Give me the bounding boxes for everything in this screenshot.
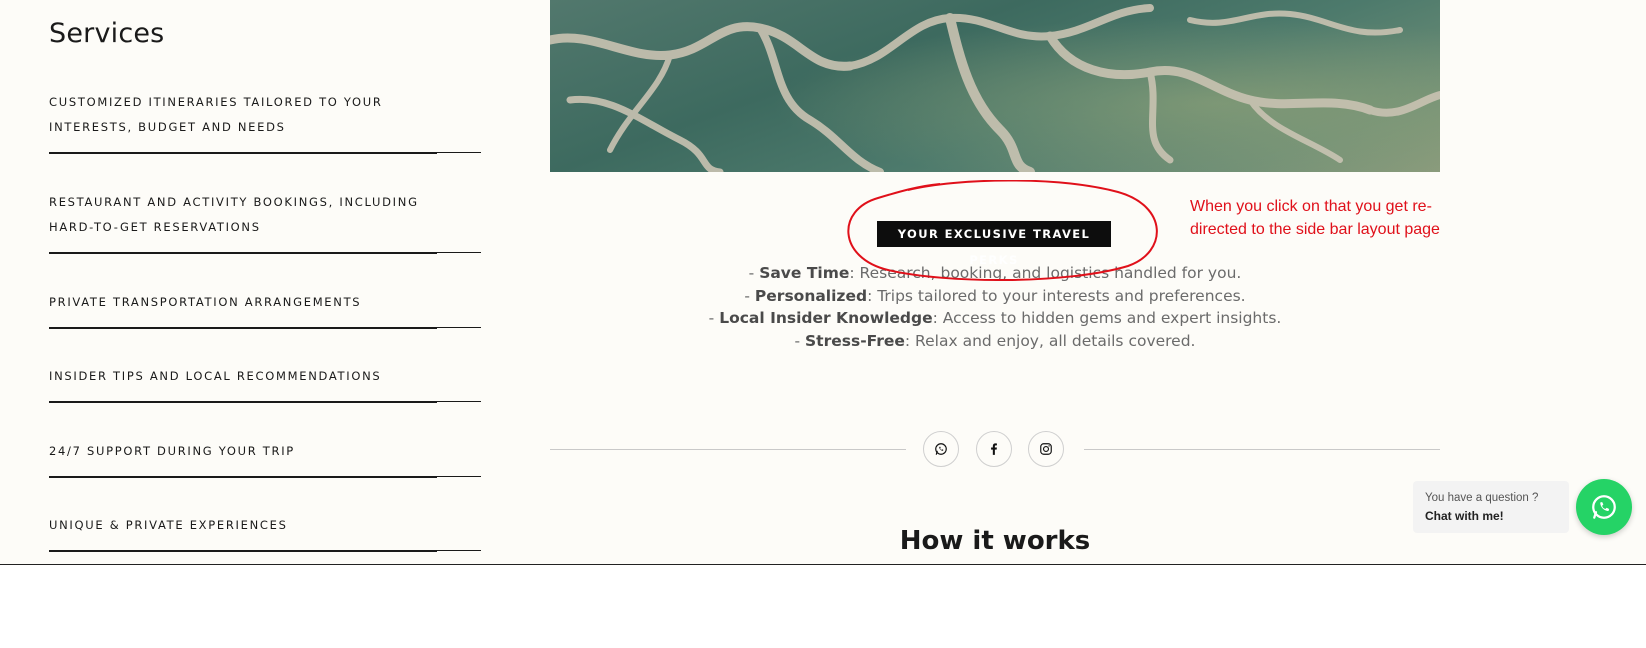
service-item[interactable]: UNIQUE & PRIVATE EXPERIENCES: [49, 513, 481, 552]
perk-prefix: -: [748, 264, 760, 282]
facebook-link[interactable]: [976, 431, 1012, 467]
service-divider-thin: [437, 152, 481, 153]
perk-item: - Personalized: Trips tailored to your i…: [550, 285, 1440, 308]
whatsapp-chat-button[interactable]: [1576, 479, 1632, 535]
service-item-label: PRIVATE TRANSPORTATION ARRANGEMENTS: [49, 295, 362, 309]
salt-formation-illustration: [550, 0, 1440, 172]
service-divider-thin: [437, 327, 481, 328]
perk-item: - Stress-Free: Relax and enjoy, all deta…: [550, 330, 1440, 353]
service-item[interactable]: PRIVATE TRANSPORTATION ARRANGEMENTS: [49, 290, 481, 329]
sidebar-title: Services: [49, 18, 165, 49]
facebook-icon: [991, 443, 997, 455]
whatsapp-icon: [1592, 495, 1616, 519]
service-divider-thin: [437, 476, 481, 477]
service-divider: [49, 252, 437, 254]
viewport-bottom-border: [0, 564, 1646, 565]
social-divider-right: [1084, 449, 1440, 450]
service-item-label: RESTAURANT AND ACTIVITY BOOKINGS, INCLUD…: [49, 195, 419, 234]
instagram-icon: [1040, 443, 1052, 455]
service-item-label: INSIDER TIPS AND LOCAL RECOMMENDATIONS: [49, 369, 382, 383]
perk-text: : Trips tailored to your interests and p…: [867, 286, 1246, 305]
how-it-works-heading: How it works: [899, 526, 1091, 556]
chat-question: You have a question ?: [1425, 492, 1539, 504]
perk-prefix: -: [744, 286, 755, 305]
perk-title: Personalized: [754, 286, 868, 305]
whatsapp-icon: [935, 443, 947, 455]
social-divider-left: [550, 449, 906, 450]
perk-prefix: -: [794, 331, 806, 350]
service-item-label: CUSTOMIZED ITINERARIES TAILORED TO YOUR …: [49, 95, 383, 134]
service-divider-thin: [437, 252, 481, 253]
service-divider: [49, 550, 437, 552]
perk-prefix: -: [708, 309, 720, 327]
service-divider: [49, 476, 437, 478]
service-item-label: 24/7 SUPPORT DURING YOUR TRIP: [49, 444, 295, 458]
service-divider: [49, 152, 437, 154]
chat-prompt-bubble[interactable]: You have a question ? Chat with me!: [1413, 481, 1569, 533]
service-divider-thin: [437, 550, 481, 551]
service-item-label: UNIQUE & PRIVATE EXPERIENCES: [49, 518, 288, 532]
perk-title: Stress-Free: [805, 331, 905, 350]
whatsapp-link[interactable]: [923, 431, 959, 467]
perk-text: : Access to hidden gems and expert insig…: [932, 309, 1282, 327]
service-item[interactable]: CUSTOMIZED ITINERARIES TAILORED TO YOUR …: [49, 90, 481, 154]
perk-title: Local Insider Knowledge: [719, 309, 933, 327]
service-divider: [49, 327, 437, 329]
perk-text: : Relax and enjoy, all details covered.: [904, 331, 1196, 350]
chat-cta: Chat with me!: [1425, 509, 1504, 523]
service-divider-thin: [437, 401, 481, 402]
service-item[interactable]: INSIDER TIPS AND LOCAL RECOMMENDATIONS: [49, 364, 481, 403]
service-divider: [49, 401, 437, 403]
service-item[interactable]: RESTAURANT AND ACTIVITY BOOKINGS, INCLUD…: [49, 190, 481, 254]
annotation-note: When you click on that you get re-direct…: [1190, 198, 1440, 238]
perk-title: Save Time: [759, 264, 850, 282]
service-item[interactable]: 24/7 SUPPORT DURING YOUR TRIP: [49, 439, 481, 478]
perk-item: - Local Insider Knowledge: Access to hid…: [550, 307, 1440, 330]
hero-image: [550, 0, 1440, 172]
page-viewport: Services CUSTOMIZED ITINERARIES TAILORED…: [0, 0, 1646, 565]
instagram-link[interactable]: [1028, 431, 1064, 467]
annotation-ellipse: [847, 180, 1158, 282]
